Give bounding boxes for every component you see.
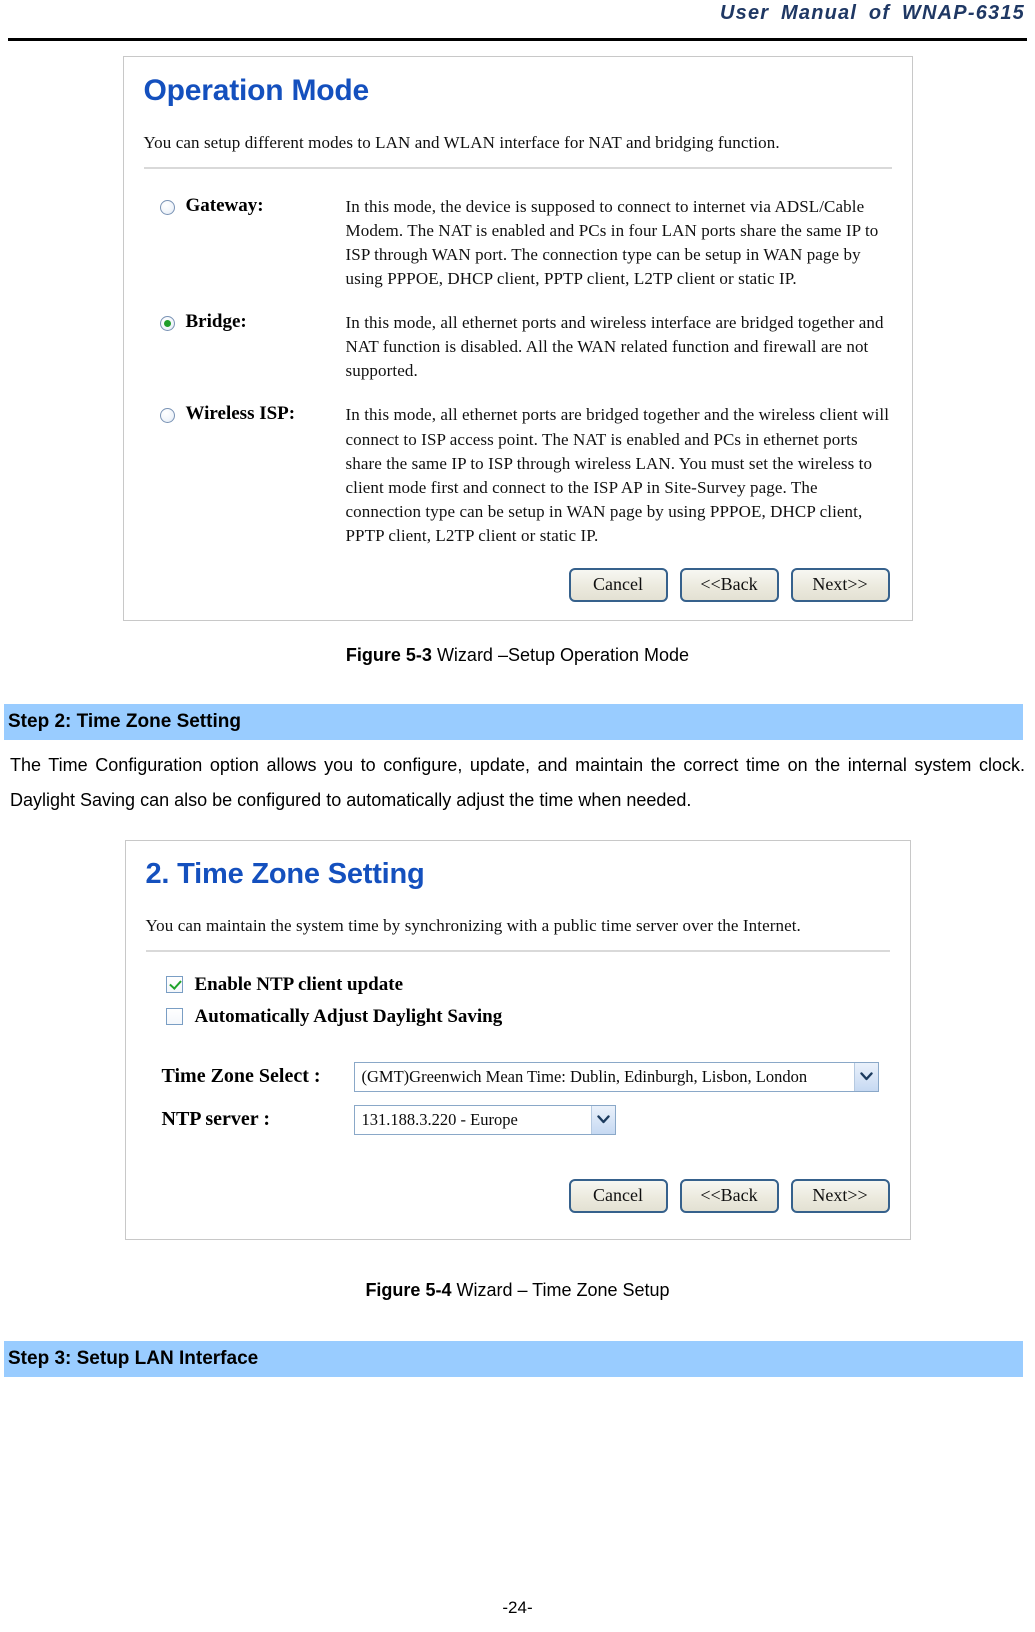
option-row-gateway[interactable]: Gateway: In this mode, the device is sup… <box>142 195 894 292</box>
cancel-button[interactable]: Cancel <box>568 1179 668 1214</box>
cancel-button[interactable]: Cancel <box>568 568 668 602</box>
wizard-button-row-operation-mode: Cancel <<Back Next>> <box>568 568 890 602</box>
chevron-down-icon[interactable] <box>853 1062 878 1091</box>
checkbox-label-enable-ntp-client-update: Enable NTP client update <box>194 973 404 995</box>
panel-description-time-zone: You can maintain the system time by sync… <box>145 915 801 935</box>
time-zone-select-row: Time Zone Select : (GMT)Greenwich Mean T… <box>161 1061 892 1092</box>
time-zone-select-value: (GMT)Greenwich Mean Time: Dublin, Edinbu… <box>361 1066 808 1086</box>
checkbox-row-enable-ntp[interactable]: Enable NTP client update <box>165 973 892 996</box>
panel-description-operation-mode: You can setup different modes to LAN and… <box>143 132 780 152</box>
option-description-wireless-isp: In this mode, all ethernet ports are bri… <box>345 405 890 545</box>
ntp-server-select[interactable]: 131.188.3.220 - Europe <box>353 1104 616 1135</box>
checkbox-label-automatically-adjust-daylight-saving: Automatically Adjust Daylight Saving <box>194 1005 503 1027</box>
next-button[interactable]: Next>> <box>790 568 890 602</box>
figure-caption-5-3-text: Wizard –Setup Operation Mode <box>431 645 690 665</box>
next-button[interactable]: Next>> <box>790 1179 890 1214</box>
radio-bridge[interactable] <box>159 316 175 331</box>
panel-title-operation-mode: Operation Mode <box>143 74 370 107</box>
step-bar-step3: Step 3: Setup LAN Interface <box>4 1341 1023 1378</box>
checkbox-enable-ntp-client-update[interactable] <box>165 976 183 994</box>
option-label-gateway: Gateway: <box>185 194 264 216</box>
back-button[interactable]: <<Back <box>679 568 779 602</box>
ntp-server-label: NTP server : <box>161 1108 271 1131</box>
time-zone-select[interactable]: (GMT)Greenwich Mean Time: Dublin, Edinbu… <box>353 1061 879 1092</box>
option-row-wireless-isp[interactable]: Wireless ISP: In this mode, all ethernet… <box>142 403 894 548</box>
option-label-bridge: Bridge: <box>185 311 247 332</box>
step-bar-step2: Step 2: Time Zone Setting <box>4 704 1023 740</box>
document-page: User Manual of WNAP-6315 Operation Mode … <box>0 0 1035 1632</box>
panel-divider <box>145 949 890 952</box>
ntp-server-row: NTP server : 131.188.3.220 - Europe <box>161 1104 892 1135</box>
checkbox-row-daylight-saving[interactable]: Automatically Adjust Daylight Saving <box>165 1005 892 1028</box>
checkbox-automatically-adjust-daylight-saving[interactable] <box>165 1008 183 1026</box>
wizard-button-row-time-zone: Cancel <<Back Next>> <box>568 1179 890 1214</box>
time-zone-select-label: Time Zone Select : <box>161 1065 321 1088</box>
back-button[interactable]: <<Back <box>679 1179 779 1214</box>
panel-divider <box>143 166 892 169</box>
panel-title-time-zone: 2. Time Zone Setting <box>145 858 425 891</box>
ntp-server-select-value: 131.188.3.220 - Europe <box>361 1109 518 1129</box>
figure-caption-5-3-number: Figure 5-3 <box>345 645 432 665</box>
step2-paragraph: The Time Configuration option allows you… <box>10 755 1025 811</box>
option-description-bridge: In this mode, all ethernet ports and wir… <box>345 313 884 381</box>
document-header-title: User Manual of WNAP-6315 <box>720 2 1025 24</box>
option-description-gateway: In this mode, the device is supposed to … <box>345 196 879 288</box>
radio-wireless-isp[interactable] <box>159 408 175 424</box>
option-label-wireless-isp: Wireless ISP: <box>185 403 296 425</box>
figure-operation-mode: Operation Mode You can setup different m… <box>122 56 913 621</box>
figure-caption-5-4-text: Wizard – Time Zone Setup <box>451 1280 670 1301</box>
figure-caption-5-3: Figure 5-3 Wizard –Setup Operation Mode <box>8 645 1027 666</box>
radio-gateway[interactable] <box>159 199 175 215</box>
page-number: -24- <box>502 1598 533 1617</box>
figure-caption-5-4: Figure 5-4 Wizard – Time Zone Setup <box>8 1280 1027 1301</box>
option-row-bridge[interactable]: Bridge: In this mode, all ethernet ports… <box>142 311 894 383</box>
figure-time-zone-setting: 2. Time Zone Setting You can maintain th… <box>124 840 911 1241</box>
document-header: User Manual of WNAP-6315 <box>8 0 1027 41</box>
header-divider <box>8 38 1027 41</box>
figure-caption-5-4-number: Figure 5-4 <box>365 1280 452 1301</box>
chevron-down-icon[interactable] <box>590 1105 615 1134</box>
